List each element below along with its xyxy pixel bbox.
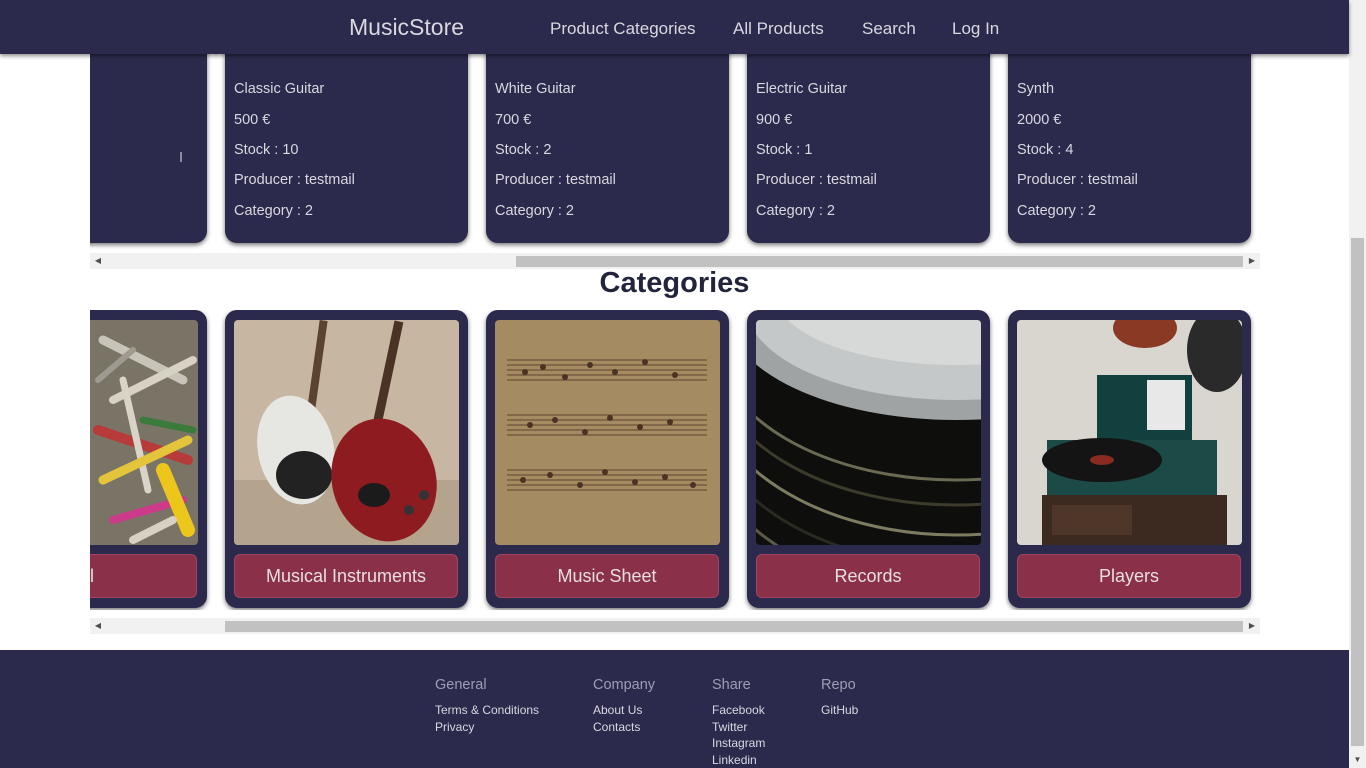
scroll-down-arrow-icon[interactable]: ▼	[1349, 752, 1366, 768]
footer-link-twitter[interactable]: Twitter	[712, 719, 765, 736]
product-name: Synth	[1017, 81, 1055, 97]
product-producer: Producer : testmail	[495, 172, 616, 188]
product-producer: Producer : testmail	[234, 172, 355, 188]
category-card[interactable]: Players	[1008, 310, 1251, 608]
product-price: 900 €	[756, 112, 793, 128]
footer-link-terms[interactable]: Terms & Conditions	[435, 702, 539, 719]
footer-heading: Repo	[821, 677, 856, 693]
footer-link-privacy[interactable]: Privacy	[435, 719, 539, 736]
guitars-image	[234, 320, 459, 545]
product-producer: Producer : testmail	[1017, 172, 1138, 188]
categories-heading: Categories	[599, 267, 750, 299]
category-button[interactable]: Music Sheet	[495, 554, 719, 598]
footer-column-company: Company About Us Contacts	[593, 677, 655, 735]
navbar: MusicStore Product Categories All Produc…	[0, 0, 1349, 54]
tools-illustration	[90, 320, 198, 545]
nav-all-products[interactable]: All Products	[733, 19, 824, 39]
category-card[interactable]: Musical Instruments	[225, 310, 468, 608]
vinyl-records-image	[756, 320, 981, 545]
product-category: Category : 2	[756, 203, 835, 219]
page: MusicStore Product Categories All Produc…	[0, 0, 1366, 768]
footer-heading: General	[435, 677, 487, 693]
product-producer: Producer : testmail	[756, 172, 877, 188]
footer-column-general: General Terms & Conditions Privacy	[435, 677, 539, 735]
sheet-music-illustration	[495, 320, 720, 545]
page-scroll-thumb[interactable]	[1351, 238, 1364, 746]
product-name: Classic Guitar	[234, 81, 325, 97]
vinyl-records-illustration	[756, 320, 981, 545]
truncated-text-mark	[180, 152, 182, 162]
footer-column-share: Share Facebook Twitter Instagram Linkedi…	[712, 677, 765, 768]
categories-scroll-thumb[interactable]	[225, 621, 1243, 632]
category-card[interactable]: Music Sheet	[486, 310, 729, 608]
category-button[interactable]: l	[90, 554, 197, 598]
scroll-left-arrow-icon[interactable]: ◀	[90, 618, 106, 634]
product-stock: Stock : 1	[756, 142, 813, 158]
categories-scrollbar[interactable]: ◀ ▶	[90, 618, 1260, 634]
product-name: White Guitar	[495, 81, 576, 97]
brand-logo[interactable]: MusicStore	[349, 14, 464, 41]
record-player-illustration	[1017, 320, 1242, 545]
guitars-illustration	[234, 320, 459, 545]
footer-heading: Company	[593, 677, 656, 693]
footer-link-about[interactable]: About Us	[593, 702, 655, 719]
tools-image	[90, 320, 198, 545]
record-player-image	[1017, 320, 1242, 545]
footer-link-facebook[interactable]: Facebook	[712, 702, 765, 719]
product-category: Category : 2	[495, 203, 574, 219]
footer: General Terms & Conditions Privacy Compa…	[0, 650, 1349, 768]
products-scroll-thumb[interactable]	[516, 256, 1243, 267]
footer-link-contacts[interactable]: Contacts	[593, 719, 655, 736]
page-scrollbar[interactable]: ▼	[1349, 0, 1366, 768]
product-price: 500 €	[234, 112, 271, 128]
category-button[interactable]: Players	[1017, 554, 1241, 598]
nav-search[interactable]: Search	[862, 19, 916, 39]
category-button[interactable]: Musical Instruments	[234, 554, 458, 598]
scroll-right-arrow-icon[interactable]: ▶	[1244, 618, 1260, 634]
category-button[interactable]: Records	[756, 554, 980, 598]
sheet-music-image	[495, 320, 720, 545]
footer-column-repo: Repo GitHub	[821, 677, 858, 719]
product-stock: Stock : 10	[234, 142, 299, 158]
product-category: Category : 2	[234, 203, 313, 219]
product-price: 700 €	[495, 112, 532, 128]
footer-link-github[interactable]: GitHub	[821, 702, 858, 719]
nav-product-categories[interactable]: Product Categories	[550, 19, 696, 39]
product-stock: Stock : 2	[495, 142, 552, 158]
product-name: Electric Guitar	[756, 81, 848, 97]
product-stock: Stock : 4	[1017, 142, 1074, 158]
categories-row[interactable]: l Musical Instruments Music Sheet Record…	[90, 310, 1260, 610]
footer-link-linkedin[interactable]: Linkedin	[712, 752, 765, 768]
product-category: Category : 2	[1017, 203, 1096, 219]
product-price: 2000 €	[1017, 112, 1062, 128]
footer-heading: Share	[712, 677, 751, 693]
footer-link-instagram[interactable]: Instagram	[712, 735, 765, 752]
category-card[interactable]: l	[90, 310, 207, 608]
category-card[interactable]: Records	[747, 310, 990, 608]
nav-log-in[interactable]: Log In	[952, 19, 999, 39]
